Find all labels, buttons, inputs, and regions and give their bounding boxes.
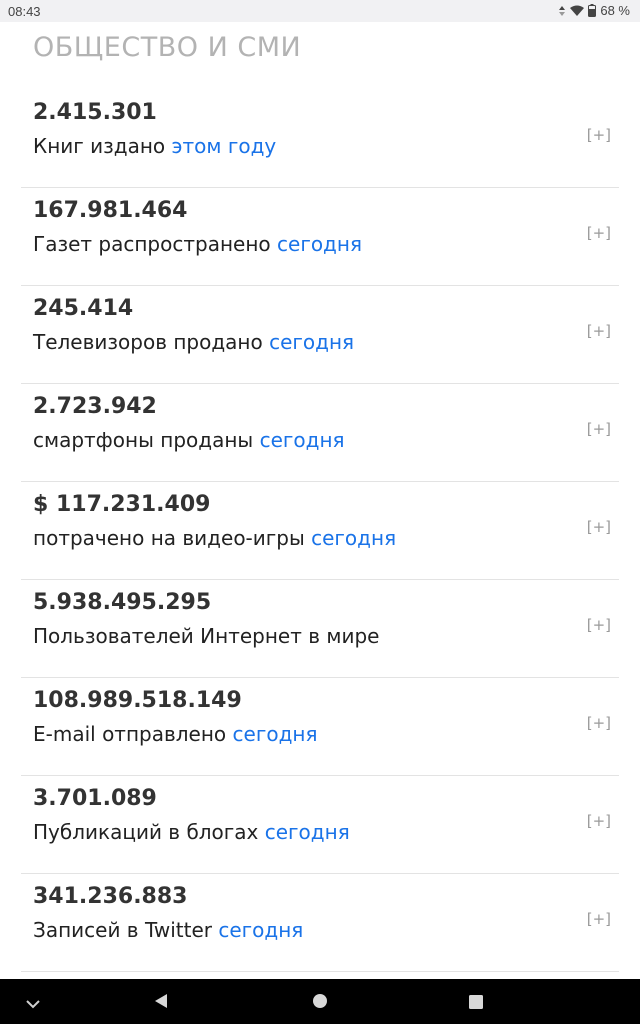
status-time: 08:43	[8, 4, 41, 19]
stat-description: потрачено на видео-игры сегодня	[33, 526, 396, 550]
list-item: 2.723.942 смартфоны проданы сегодня [+]	[21, 384, 619, 482]
stat-description: Книг издано этом году	[33, 134, 276, 158]
stats-list: 2.415.301 Книг издано этом году [+] 167.…	[21, 90, 619, 972]
navigation-bar	[0, 979, 640, 1024]
stat-description: E-mail отправлено сегодня	[33, 722, 318, 746]
chevron-down-icon[interactable]	[25, 995, 41, 1014]
data-arrows-icon	[558, 5, 566, 17]
stat-value: 167.981.464	[33, 198, 188, 223]
stat-value: 2.723.942	[33, 394, 157, 419]
stat-label: E-mail отправлено	[33, 722, 227, 746]
expand-button[interactable]: [+]	[587, 224, 611, 242]
period-link[interactable]: сегодня	[277, 232, 362, 256]
battery-icon	[588, 4, 597, 17]
period-link[interactable]: сегодня	[269, 330, 354, 354]
stat-value: 108.989.518.149	[33, 688, 242, 713]
list-item: 5.938.495.295 Пользователей Интернет в м…	[21, 580, 619, 678]
period-link[interactable]: сегодня	[218, 918, 303, 942]
stat-label: Книг издано	[33, 134, 166, 158]
status-icons: 68 %	[558, 3, 630, 18]
period-link[interactable]: этом году	[172, 134, 277, 158]
period-link[interactable]: сегодня	[265, 820, 350, 844]
stat-description: Пользователей Интернет в мире	[33, 624, 379, 648]
period-link[interactable]: сегодня	[311, 526, 396, 550]
stat-label: Газет распространено	[33, 232, 271, 256]
period-link[interactable]: сегодня	[233, 722, 318, 746]
stat-description: Телевизоров продано сегодня	[33, 330, 354, 354]
stat-label: Пользователей Интернет в мире	[33, 624, 380, 648]
stat-description: Записей в Twitter сегодня	[33, 918, 303, 942]
list-item: 341.236.883 Записей в Twitter сегодня [+…	[21, 874, 619, 972]
status-bar: 08:43 68 %	[0, 0, 640, 22]
stat-value: $ 117.231.409	[33, 492, 211, 517]
stat-label: Публикаций в блогах	[33, 820, 259, 844]
battery-percent: 68 %	[600, 3, 630, 18]
stat-value: 5.938.495.295	[33, 590, 212, 615]
expand-button[interactable]: [+]	[587, 322, 611, 340]
home-icon[interactable]	[312, 993, 328, 1013]
stat-label: Телевизоров продано	[33, 330, 263, 354]
stat-label: потрачено на видео-игры	[33, 526, 305, 550]
recents-icon[interactable]	[469, 994, 483, 1013]
expand-button[interactable]: [+]	[587, 616, 611, 634]
stat-description: Газет распространено сегодня	[33, 232, 362, 256]
stat-description: Публикаций в блогах сегодня	[33, 820, 350, 844]
expand-button[interactable]: [+]	[587, 812, 611, 830]
expand-button[interactable]: [+]	[587, 518, 611, 536]
stat-description: смартфоны проданы сегодня	[33, 428, 345, 452]
section-title: ОБЩЕСТВО И СМИ	[33, 32, 302, 63]
stat-label: смартфоны проданы	[33, 428, 254, 452]
list-item: 108.989.518.149 E-mail отправлено сегодн…	[21, 678, 619, 776]
stat-value: 245.414	[33, 296, 134, 321]
expand-button[interactable]: [+]	[587, 714, 611, 732]
expand-button[interactable]: [+]	[587, 910, 611, 928]
stat-label: Записей в Twitter	[33, 918, 212, 942]
period-link[interactable]: сегодня	[260, 428, 345, 452]
stat-value: 3.701.089	[33, 786, 157, 811]
wifi-icon	[570, 5, 585, 17]
list-item: 3.701.089 Публикаций в блогах сегодня [+…	[21, 776, 619, 874]
main-content[interactable]: ОБЩЕСТВО И СМИ 2.415.301 Книг издано это…	[0, 22, 640, 979]
list-item: 167.981.464 Газет распространено сегодня…	[21, 188, 619, 286]
expand-button[interactable]: [+]	[587, 420, 611, 438]
back-icon[interactable]	[154, 993, 168, 1013]
stat-value: 341.236.883	[33, 884, 188, 909]
list-item: 2.415.301 Книг издано этом году [+]	[21, 90, 619, 188]
list-item: $ 117.231.409 потрачено на видео-игры се…	[21, 482, 619, 580]
stat-value: 2.415.301	[33, 100, 157, 125]
expand-button[interactable]: [+]	[587, 126, 611, 144]
list-item: 245.414 Телевизоров продано сегодня [+]	[21, 286, 619, 384]
